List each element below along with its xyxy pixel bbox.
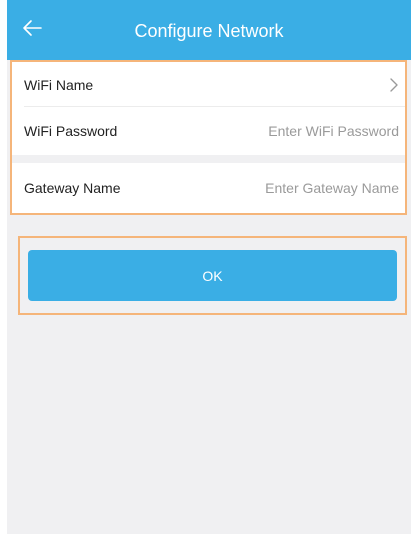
network-form: WiFi Name WiFi Password Gateway Name <box>10 60 407 215</box>
page-title: Configure Network <box>134 21 284 41</box>
ok-button-container: OK <box>18 236 407 315</box>
configure-network-screen: Configure Network WiFi Name WiFi Passwor… <box>7 0 411 534</box>
wifi-password-input[interactable] <box>205 107 405 155</box>
wifi-password-row: WiFi Password <box>12 107 405 155</box>
chevron-right-icon <box>389 62 399 107</box>
wifi-name-label: WiFi Name <box>24 76 94 93</box>
wifi-name-row[interactable]: WiFi Name <box>12 62 405 107</box>
gateway-name-input[interactable] <box>205 163 405 213</box>
app-header: Configure Network <box>7 0 411 60</box>
ok-button[interactable]: OK <box>28 250 397 301</box>
wifi-password-label: WiFi Password <box>24 123 118 139</box>
gateway-name-row: Gateway Name <box>12 163 405 213</box>
gateway-name-label: Gateway Name <box>24 180 121 196</box>
